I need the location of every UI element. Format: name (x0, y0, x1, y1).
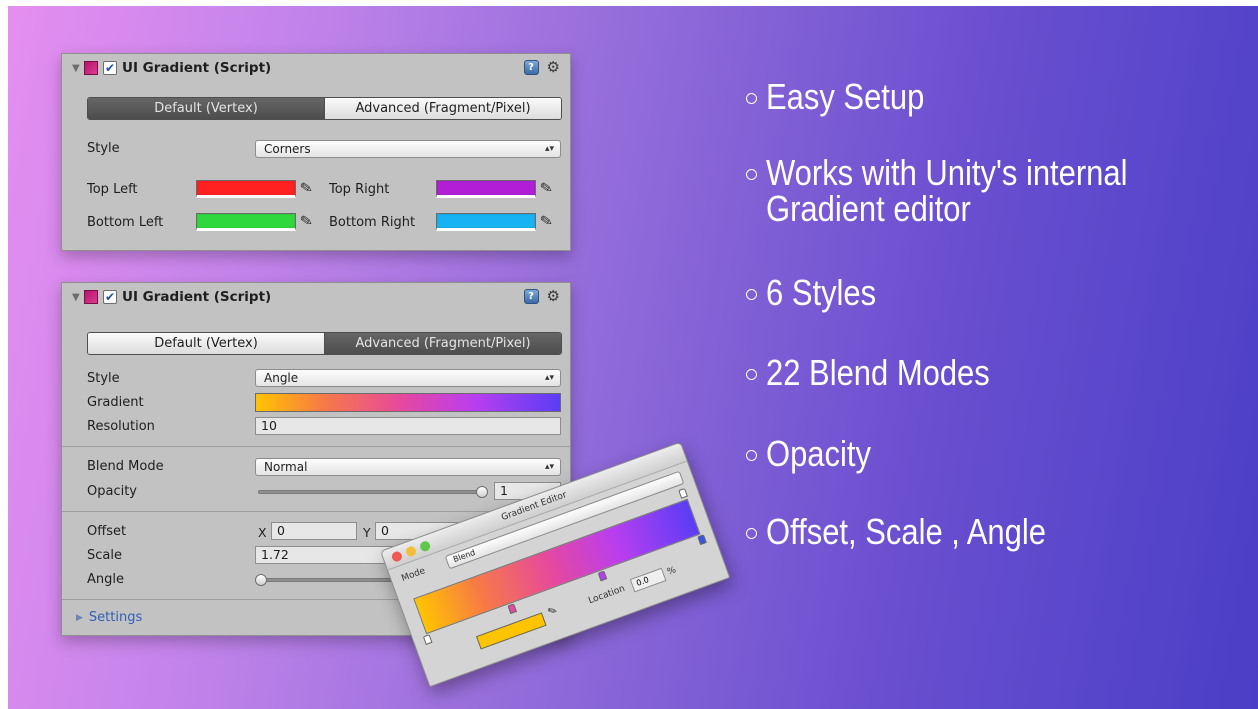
scale-label: Scale (87, 548, 122, 563)
top-left-color-swatch[interactable] (196, 180, 296, 198)
percent-label: % (666, 565, 678, 578)
style-dropdown[interactable]: Corners ▴▾ (255, 140, 561, 158)
bottom-right-label: Bottom Right (329, 215, 416, 230)
feature-text: Opacity (766, 433, 871, 474)
triangle-right-icon: ▶ (76, 612, 83, 623)
offset-y-label: Y (363, 525, 371, 540)
location-input[interactable]: 0.0 (629, 567, 667, 593)
tab-default-vertex[interactable]: Default (Vertex) (88, 333, 324, 354)
feature-text: 22 Blend Modes (766, 352, 990, 393)
bottom-right-color-swatch[interactable] (436, 213, 536, 231)
settings-label: Settings (88, 610, 143, 625)
mode-tabs: Default (Vertex) Advanced (Fragment/Pixe… (87, 332, 562, 355)
bottom-left-color-swatch[interactable] (196, 213, 296, 231)
stop-color-swatch[interactable] (475, 612, 547, 650)
opacity-slider-track[interactable] (258, 490, 484, 494)
feature-text: Offset, Scale , Angle (766, 511, 1046, 552)
offset-label: Offset (87, 524, 127, 539)
tab-advanced-fragment[interactable]: Advanced (Fragment/Pixel) (324, 98, 561, 119)
blend-mode-label: Blend Mode (87, 459, 164, 474)
settings-foldout[interactable]: ▶ Settings (76, 610, 142, 625)
component-title: UI Gradient (Script) (122, 289, 272, 305)
opacity-label: Opacity (87, 484, 138, 499)
top-right-color-swatch[interactable] (436, 180, 536, 198)
triangle-down-icon[interactable]: ▼ (72, 63, 84, 74)
help-book-icon[interactable]: ? (523, 60, 539, 75)
feature-item: 22 Blend Modes (746, 354, 1026, 392)
circle-bullet-icon (746, 289, 757, 300)
opacity-slider-knob[interactable] (476, 486, 488, 498)
eyedropper-icon[interactable]: ✎ (299, 178, 315, 198)
dropdown-arrow-icon: ▴▾ (544, 373, 554, 383)
resolution-label: Resolution (87, 419, 155, 434)
component-title: UI Gradient (Script) (122, 60, 272, 76)
feature-item-continuation: Gradient editor (766, 190, 1004, 228)
circle-bullet-icon (746, 93, 757, 104)
style-label: Style (87, 141, 120, 156)
feature-item: Easy Setup (746, 78, 950, 116)
slide-background: ▼ ✔ UI Gradient (Script) ? ⚙ Default (Ve… (8, 6, 1258, 709)
tab-advanced-fragment[interactable]: Advanced (Fragment/Pixel) (324, 333, 561, 354)
component-header[interactable]: ▼ ✔ UI Gradient (Script) ? ⚙ (62, 283, 570, 311)
feature-text: Easy Setup (766, 76, 925, 117)
style-dropdown-value: Corners (264, 142, 311, 156)
blend-mode-dropdown[interactable]: Normal ▴▾ (255, 458, 561, 476)
color-stop-handle[interactable] (507, 603, 518, 615)
section-divider (62, 446, 570, 447)
eyedropper-icon[interactable]: ✎ (539, 211, 555, 231)
feature-text: Works with Unity's internal (766, 152, 1128, 193)
eyedropper-icon[interactable]: ✎ (539, 178, 555, 198)
location-label: Location (587, 583, 627, 607)
feature-text: 6 Styles (766, 272, 877, 313)
eyedropper-icon[interactable]: ✎ (545, 603, 559, 619)
mode-dropdown-value: Blend (451, 547, 477, 565)
component-enabled-checkbox[interactable]: ✔ (103, 290, 117, 304)
component-enabled-checkbox[interactable]: ✔ (103, 61, 117, 75)
angle-label: Angle (87, 572, 124, 587)
circle-bullet-icon (746, 450, 757, 461)
gear-icon[interactable]: ⚙ (547, 60, 560, 75)
offset-x-label: X (258, 525, 267, 540)
mode-label: Mode (400, 566, 427, 584)
dropdown-arrow-icon: ▴▾ (544, 144, 554, 154)
blend-mode-dropdown-value: Normal (264, 460, 308, 474)
bottom-left-label: Bottom Left (87, 215, 164, 230)
triangle-down-icon[interactable]: ▼ (72, 292, 84, 303)
top-left-label: Top Left (87, 182, 138, 197)
alpha-stop-handle[interactable] (678, 487, 688, 499)
style-dropdown-value: Angle (264, 371, 299, 385)
script-component-icon (84, 61, 98, 75)
mode-tabs: Default (Vertex) Advanced (Fragment/Pixe… (87, 97, 562, 120)
help-book-icon[interactable]: ? (523, 289, 539, 304)
dropdown-arrow-icon: ▴▾ (544, 462, 554, 472)
feature-text: Gradient editor (766, 188, 971, 229)
top-right-label: Top Right (329, 182, 390, 197)
tab-default-vertex[interactable]: Default (Vertex) (88, 98, 324, 119)
color-stop-handle[interactable] (422, 634, 433, 645)
inspector-panel-corners: ▼ ✔ UI Gradient (Script) ? ⚙ Default (Ve… (61, 53, 571, 251)
feature-item: Works with Unity's internal (746, 154, 1186, 192)
gear-icon[interactable]: ⚙ (547, 289, 560, 304)
gradient-field[interactable] (255, 393, 561, 412)
angle-slider-knob[interactable] (255, 574, 267, 586)
circle-bullet-icon (746, 528, 757, 539)
color-stop-handle[interactable] (697, 534, 707, 546)
resolution-input[interactable]: 10 (255, 417, 561, 435)
gradient-label: Gradient (87, 395, 144, 410)
circle-bullet-icon (746, 169, 757, 180)
color-stop-handle[interactable] (597, 570, 608, 582)
offset-x-input[interactable]: 0 (271, 522, 357, 540)
style-dropdown[interactable]: Angle ▴▾ (255, 369, 561, 387)
script-component-icon (84, 290, 98, 304)
feature-item: 6 Styles (746, 274, 894, 312)
feature-item: Offset, Scale , Angle (746, 513, 1092, 551)
style-label: Style (87, 371, 120, 386)
eyedropper-icon[interactable]: ✎ (299, 211, 315, 231)
feature-item: Opacity (746, 435, 888, 473)
circle-bullet-icon (746, 369, 757, 380)
component-header[interactable]: ▼ ✔ UI Gradient (Script) ? ⚙ (62, 54, 570, 82)
